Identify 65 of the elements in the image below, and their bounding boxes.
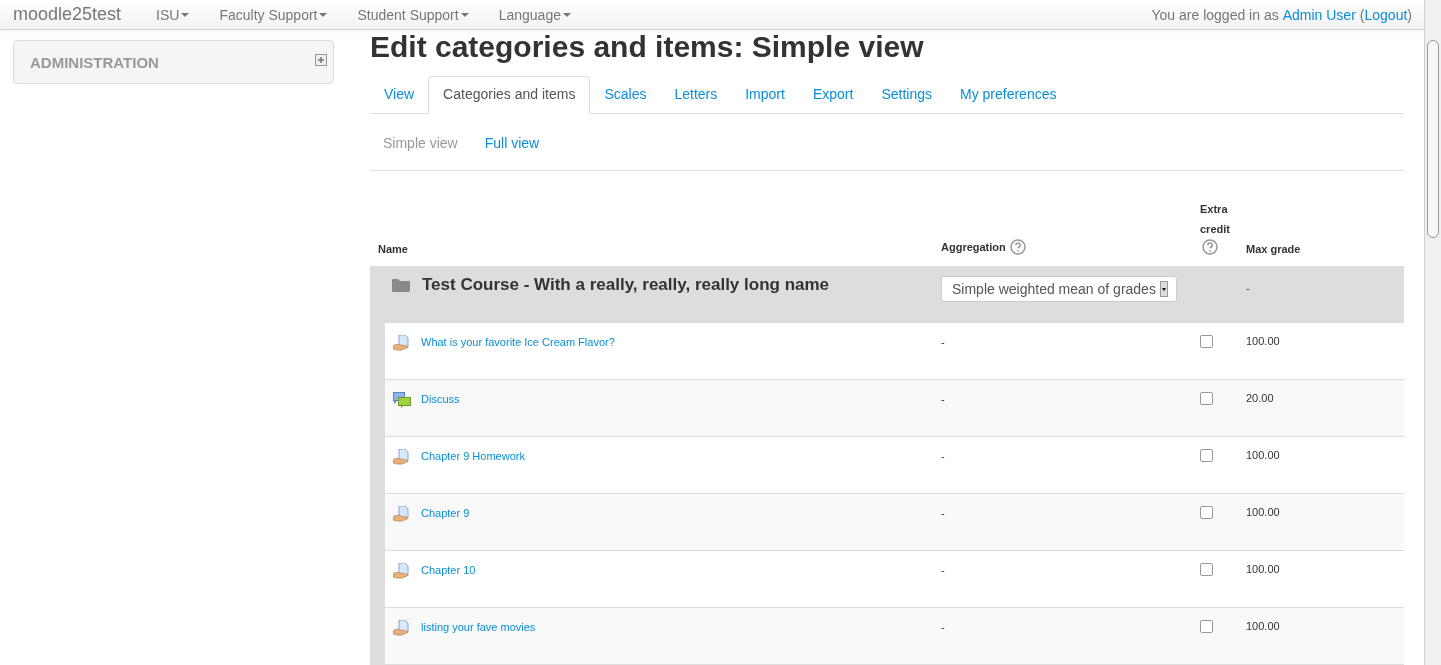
table-cell: 20.00 bbox=[1246, 392, 1274, 404]
table-cell: - bbox=[941, 507, 945, 519]
table-cell: 100.00 bbox=[1246, 449, 1280, 461]
grade-item-link[interactable]: What is your favorite Ice Cream Flavor? bbox=[421, 336, 615, 348]
document-hand-icon bbox=[393, 449, 411, 465]
table-cell: - bbox=[941, 621, 945, 633]
grade-item-link[interactable]: Chapter 9 Homework bbox=[421, 450, 525, 462]
nav-menu[interactable]: Language bbox=[498, 6, 571, 23]
nav-menu[interactable]: ISU bbox=[156, 6, 190, 23]
scrollbar[interactable] bbox=[1424, 0, 1441, 665]
table-cell: 100.00 bbox=[1246, 563, 1280, 575]
grade-item-link[interactable]: Chapter 9 bbox=[421, 507, 470, 519]
grade-item-link[interactable]: Discuss bbox=[421, 393, 460, 405]
table-cell: 100.00 bbox=[1246, 620, 1280, 632]
table-cell: - bbox=[1246, 282, 1250, 294]
extra-credit-checkbox[interactable] bbox=[1200, 449, 1213, 462]
document-hand-icon bbox=[393, 620, 411, 636]
column-header: Max grade bbox=[1246, 243, 1301, 255]
extra-credit-checkbox[interactable] bbox=[1200, 620, 1213, 633]
tab[interactable]: Letters bbox=[660, 76, 732, 113]
extra-credit-checkbox[interactable] bbox=[1200, 392, 1213, 405]
grade-item-link[interactable]: Chapter 10 bbox=[421, 564, 476, 576]
column-header: Extra bbox=[1200, 202, 1228, 217]
paren-text: ) bbox=[1407, 6, 1412, 23]
column-header: credit bbox=[1200, 222, 1230, 237]
tab[interactable]: My preferences bbox=[946, 76, 1071, 113]
document-hand-icon bbox=[393, 506, 411, 522]
extra-credit-checkbox[interactable] bbox=[1200, 506, 1213, 519]
folder-icon bbox=[392, 278, 410, 292]
document-hand-icon bbox=[393, 563, 411, 579]
column-header: Aggregation bbox=[941, 241, 1006, 253]
nav-menu[interactable]: Student Support bbox=[357, 6, 469, 23]
tab[interactable]: View bbox=[370, 76, 429, 113]
tab[interactable]: Categories and items bbox=[428, 76, 591, 114]
column-header: Name bbox=[378, 243, 408, 255]
tab[interactable]: Export bbox=[798, 76, 868, 113]
logout-link[interactable]: Logout bbox=[1364, 6, 1408, 23]
table-cell: 100.00 bbox=[1246, 335, 1280, 347]
paren-text: ( bbox=[1359, 6, 1365, 23]
document-hand-icon bbox=[393, 335, 411, 351]
tab[interactable]: Import bbox=[731, 76, 799, 113]
block-title: ADMINISTRATION bbox=[30, 53, 159, 71]
site-brand-link[interactable]: moodle25test bbox=[13, 4, 122, 25]
help-icon[interactable] bbox=[1202, 239, 1218, 255]
category-name: Test Course - With a really, really, really long name bbox=[422, 275, 830, 295]
tab[interactable]: Scales bbox=[590, 76, 661, 113]
view-tab[interactable]: Simple view bbox=[370, 134, 472, 151]
nav-menu[interactable]: Faculty Support bbox=[219, 6, 328, 23]
chat-bubbles-icon bbox=[393, 392, 411, 408]
tab[interactable]: Settings bbox=[867, 76, 946, 113]
view-tab[interactable]: Full view bbox=[471, 134, 554, 151]
aggregation-dropdown[interactable]: Simple weighted mean of grades bbox=[941, 276, 1177, 302]
table-cell: - bbox=[941, 564, 945, 576]
page-title: Edit categories and items: Simple view bbox=[370, 30, 925, 64]
dock-icon[interactable] bbox=[315, 54, 327, 66]
extra-credit-checkbox[interactable] bbox=[1200, 563, 1213, 576]
user-link[interactable]: Admin User bbox=[1282, 6, 1356, 23]
table-cell: - bbox=[941, 450, 945, 462]
table-cell: 100.00 bbox=[1246, 506, 1280, 518]
extra-credit-checkbox[interactable] bbox=[1200, 335, 1213, 348]
login-info-text: You are logged in as bbox=[1151, 6, 1279, 23]
grade-item-link[interactable]: listing your fave movies bbox=[421, 621, 536, 633]
table-cell: - bbox=[941, 393, 945, 405]
help-icon[interactable] bbox=[1009, 239, 1026, 255]
table-cell: - bbox=[941, 336, 945, 348]
